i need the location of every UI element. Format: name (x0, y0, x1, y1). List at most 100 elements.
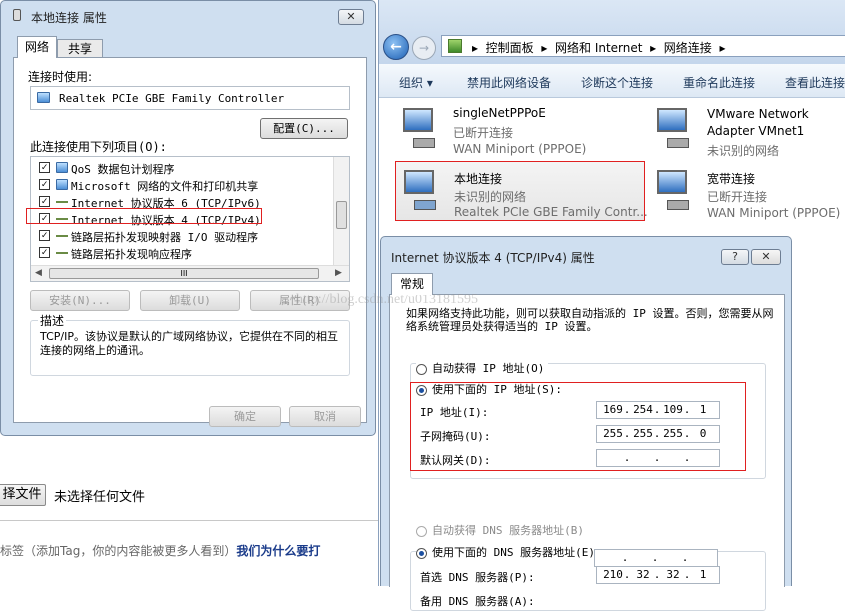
item-checkbox[interactable]: ✓ (39, 230, 50, 241)
breadcrumb-network-internet[interactable]: 网络和 Internet (555, 41, 642, 55)
tab-network[interactable]: 网络 (17, 36, 57, 58)
dialog-body: 网络 共享 连接时使用: Realtek PCIe GBE Family Con… (9, 35, 369, 429)
tab-content: 连接时使用: Realtek PCIe GBE Family Controlle… (13, 57, 367, 423)
rename-button[interactable]: 重命名此连接 (683, 74, 755, 91)
list-item[interactable]: ✓ 链路层拓扑发现响应程序 (31, 244, 331, 261)
auto-ip-option[interactable]: 自动获得 IP 地址(O) (416, 359, 549, 379)
list-item[interactable]: ✓ QoS 数据包计划程序 (31, 159, 331, 176)
uninstall-button[interactable]: 卸载(U) (140, 290, 240, 311)
preferred-dns-field[interactable]: 210. 32. 32. 1 (596, 566, 720, 584)
choose-file-button[interactable]: 择文件 (0, 484, 46, 506)
items-label: 此连接使用下列项目(O): (30, 140, 167, 154)
network-adapter-icon (37, 92, 50, 103)
description-text: TCP/IP。该协议是默认的广域网络协议，它提供在不同的相互连接的网络上的通讯。 (40, 330, 338, 357)
connection-name: 本地连接 (454, 172, 503, 186)
connection-device: WAN Miniport (PPPOE) (453, 142, 587, 156)
use-dns-option[interactable]: 使用下面的 DNS 服务器地址(E): (416, 543, 606, 563)
ipv4-close-button[interactable]: ✕ (751, 249, 781, 265)
vertical-scrollbar[interactable] (333, 157, 349, 265)
auto-dns-radio[interactable] (416, 526, 427, 537)
configure-button[interactable]: 配置(C)... (260, 118, 348, 139)
ip-address-field[interactable]: 169. 254. 109. 1 (596, 401, 720, 419)
divider (0, 520, 378, 521)
item-checkbox[interactable]: ✓ (39, 162, 50, 173)
use-dns-radio[interactable] (416, 548, 427, 559)
breadcrumb-sep-icon: ▸ (537, 41, 552, 55)
forward-button[interactable]: → (412, 36, 436, 60)
control-panel-icon (448, 39, 462, 53)
connection-tile-local[interactable]: 本地连接 未识别的网络 Realtek PCIe GBE Family Cont… (395, 161, 648, 221)
protocol-icon (56, 252, 68, 254)
breadcrumb-control-panel[interactable]: 控制面板 (486, 41, 534, 55)
gateway-field[interactable]: ... (596, 449, 720, 467)
organize-menu[interactable]: 组织 ▾ (399, 74, 433, 91)
connection-tile[interactable]: 宽带连接 已断开连接 WAN Miniport (PPPOE) (649, 166, 845, 222)
ok-button[interactable]: 确定 (209, 406, 281, 427)
connection-tile[interactable]: singleNetPPPoE 已断开连接 WAN Miniport (PPPOE… (393, 104, 643, 160)
connection-name: VMware Network Adapter VMnet1 (707, 107, 809, 138)
item-label: Microsoft 网络的文件和打印机共享 (71, 180, 259, 193)
use-ip-radio[interactable] (416, 385, 427, 396)
network-adapter-icon (653, 170, 699, 210)
tag-row: 标签（添加Tag，你的内容能被更多人看到）我们为什么要打 (0, 542, 320, 559)
connection-device: WAN Miniport (PPPOE) (707, 206, 841, 220)
diagnose-button[interactable]: 诊断这个连接 (581, 74, 653, 91)
connection-device: Realtek PCIe GBE Family Contr... (454, 205, 648, 219)
connection-name: 宽带连接 (707, 172, 756, 186)
auto-ip-radio[interactable] (416, 364, 427, 375)
close-button[interactable]: ✕ (338, 9, 364, 25)
subnet-mask-label: 子网掩码(U): (420, 430, 491, 443)
list-item[interactable]: ✓ 链路层拓扑发现映射器 I/O 驱动程序 (31, 227, 331, 244)
command-bar: 组织 ▾ 禁用此网络设备 诊断这个连接 重命名此连接 查看此连接 (379, 64, 845, 98)
dialog-title: 本地连接 属性 (31, 11, 107, 25)
address-bar[interactable]: ▸ 控制面板 ▸ 网络和 Internet ▸ 网络连接 ▸ (441, 35, 845, 57)
tab-general[interactable]: 常规 (391, 273, 433, 295)
use-ip-label: 使用下面的 IP 地址(S): (432, 383, 562, 396)
connection-status: 未识别的网络 (707, 144, 780, 158)
breadcrumb-sep-icon: ▸ (472, 41, 482, 55)
dialog-app-icon (13, 9, 21, 21)
cancel-button[interactable]: 取消 (289, 406, 361, 427)
scroll-hthumb[interactable]: III (49, 268, 319, 279)
ip-address-label: IP 地址(I): (420, 406, 489, 419)
network-adapter-icon (653, 108, 699, 148)
ip-octet: 1 (699, 403, 707, 416)
adapter-box: Realtek PCIe GBE Family Controller (30, 86, 350, 110)
ipv4-dialog-title: Internet 协议版本 4 (TCP/IPv4) 属性 (391, 251, 595, 265)
scroll-left-icon[interactable]: ◀ (35, 268, 42, 278)
item-checkbox[interactable]: ✓ (39, 179, 50, 190)
auto-dns-label: 自动获得 DNS 服务器地址(B) (432, 524, 584, 537)
use-ip-option[interactable]: 使用下面的 IP 地址(S): (416, 380, 566, 400)
network-adapter-icon (400, 170, 446, 210)
horizontal-scrollbar[interactable]: ◀ III ▶ (31, 265, 349, 281)
adapter-name: Realtek PCIe GBE Family Controller (59, 92, 285, 105)
network-adapter-icon (399, 108, 445, 148)
why-tags-link[interactable]: 我们为什么要打 (236, 544, 320, 558)
watermark: http://blog.csdn.net/u013181595 (296, 292, 478, 307)
subnet-mask-field[interactable]: 255. 255. 255. 0 (596, 425, 720, 443)
scroll-right-icon[interactable]: ▶ (335, 268, 342, 278)
item-checkbox[interactable]: ✓ (39, 247, 50, 258)
disable-device-button[interactable]: 禁用此网络设备 (467, 74, 551, 91)
view-status-button[interactable]: 查看此连接 (785, 74, 845, 91)
install-button[interactable]: 安装(N)... (30, 290, 130, 311)
breadcrumb-network-connections[interactable]: 网络连接 (664, 41, 712, 55)
connection-tile[interactable]: VMware Network Adapter VMnet1 未识别的网络 (649, 104, 845, 160)
item-label: QoS 数据包计划程序 (71, 163, 175, 176)
list-item[interactable]: ✓ Microsoft 网络的文件和打印机共享 (31, 176, 331, 193)
breadcrumb-sep-icon: ▸ (646, 41, 660, 55)
auto-dns-option[interactable]: 自动获得 DNS 服务器地址(B) (416, 521, 584, 541)
alternate-dns-field[interactable]: ... (594, 549, 718, 567)
scroll-thumb[interactable] (336, 201, 347, 229)
ipv4-tab-content: 如果网络支持此功能，则可以获取自动指派的 IP 设置。否则，您需要从网络系统管理… (389, 294, 785, 611)
file-share-icon (56, 179, 68, 190)
description-label: 描述 (38, 312, 67, 329)
item-label: 链路层拓扑发现响应程序 (71, 248, 192, 261)
item-checkbox[interactable]: ✓ (39, 196, 50, 207)
webpage-fragment: 择文件 未选择任何文件 标签（添加Tag，你的内容能被更多人看到）我们为什么要打 (0, 436, 378, 586)
back-button[interactable]: ← (383, 34, 409, 60)
help-button[interactable]: ? (721, 249, 749, 265)
tag-hint: 标签（添加Tag，你的内容能被更多人看到） (0, 544, 237, 558)
auto-ip-label: 自动获得 IP 地址(O) (432, 362, 545, 375)
tab-sharing[interactable]: 共享 (57, 39, 103, 58)
